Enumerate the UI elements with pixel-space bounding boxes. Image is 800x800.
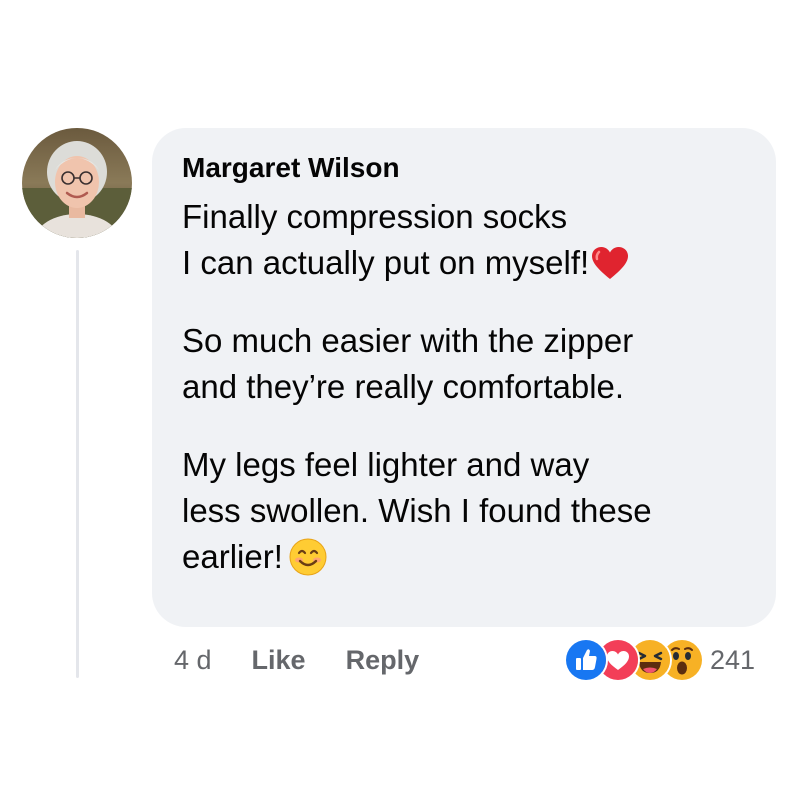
- comment-thread: Margaret Wilson Finally compression sock…: [0, 0, 800, 800]
- comment-line: So much easier with the zipper: [182, 322, 634, 359]
- comment-line: less swollen. Wish I found these: [182, 492, 652, 529]
- reply-button[interactable]: Reply: [346, 645, 420, 676]
- reactions-summary[interactable]: 241: [564, 638, 755, 682]
- comment-line: My legs feel lighter and way: [182, 446, 590, 483]
- smiling-face-icon: [289, 538, 327, 576]
- red-heart-icon: [591, 246, 629, 280]
- comment-paragraph-2: So much easier with the zipper and they’…: [182, 318, 752, 410]
- like-icon: [564, 638, 608, 682]
- thread-line: [76, 250, 79, 678]
- comment-paragraph-1: Finally compression socks I can actually…: [182, 194, 752, 286]
- comment-line: and they’re really comfortable.: [182, 368, 625, 405]
- like-button[interactable]: Like: [252, 645, 306, 676]
- comment-line-with-emoji: earlier!: [182, 534, 752, 580]
- comment-line-text: I can actually put on myself!: [182, 244, 590, 281]
- comment-actions: 4 d Like Reply: [174, 640, 459, 680]
- comment-line: Finally compression socks: [182, 198, 568, 235]
- timestamp[interactable]: 4 d: [174, 645, 212, 676]
- avatar[interactable]: [22, 128, 132, 238]
- comment-bubble: Margaret Wilson Finally compression sock…: [152, 128, 776, 627]
- comment-paragraph-3: My legs feel lighter and way less swolle…: [182, 442, 752, 580]
- reaction-count: 241: [710, 644, 756, 675]
- author-name[interactable]: Margaret Wilson: [182, 148, 752, 188]
- comment-line-with-emoji: I can actually put on myself!: [182, 240, 752, 286]
- comment-line-text: earlier!: [182, 538, 283, 575]
